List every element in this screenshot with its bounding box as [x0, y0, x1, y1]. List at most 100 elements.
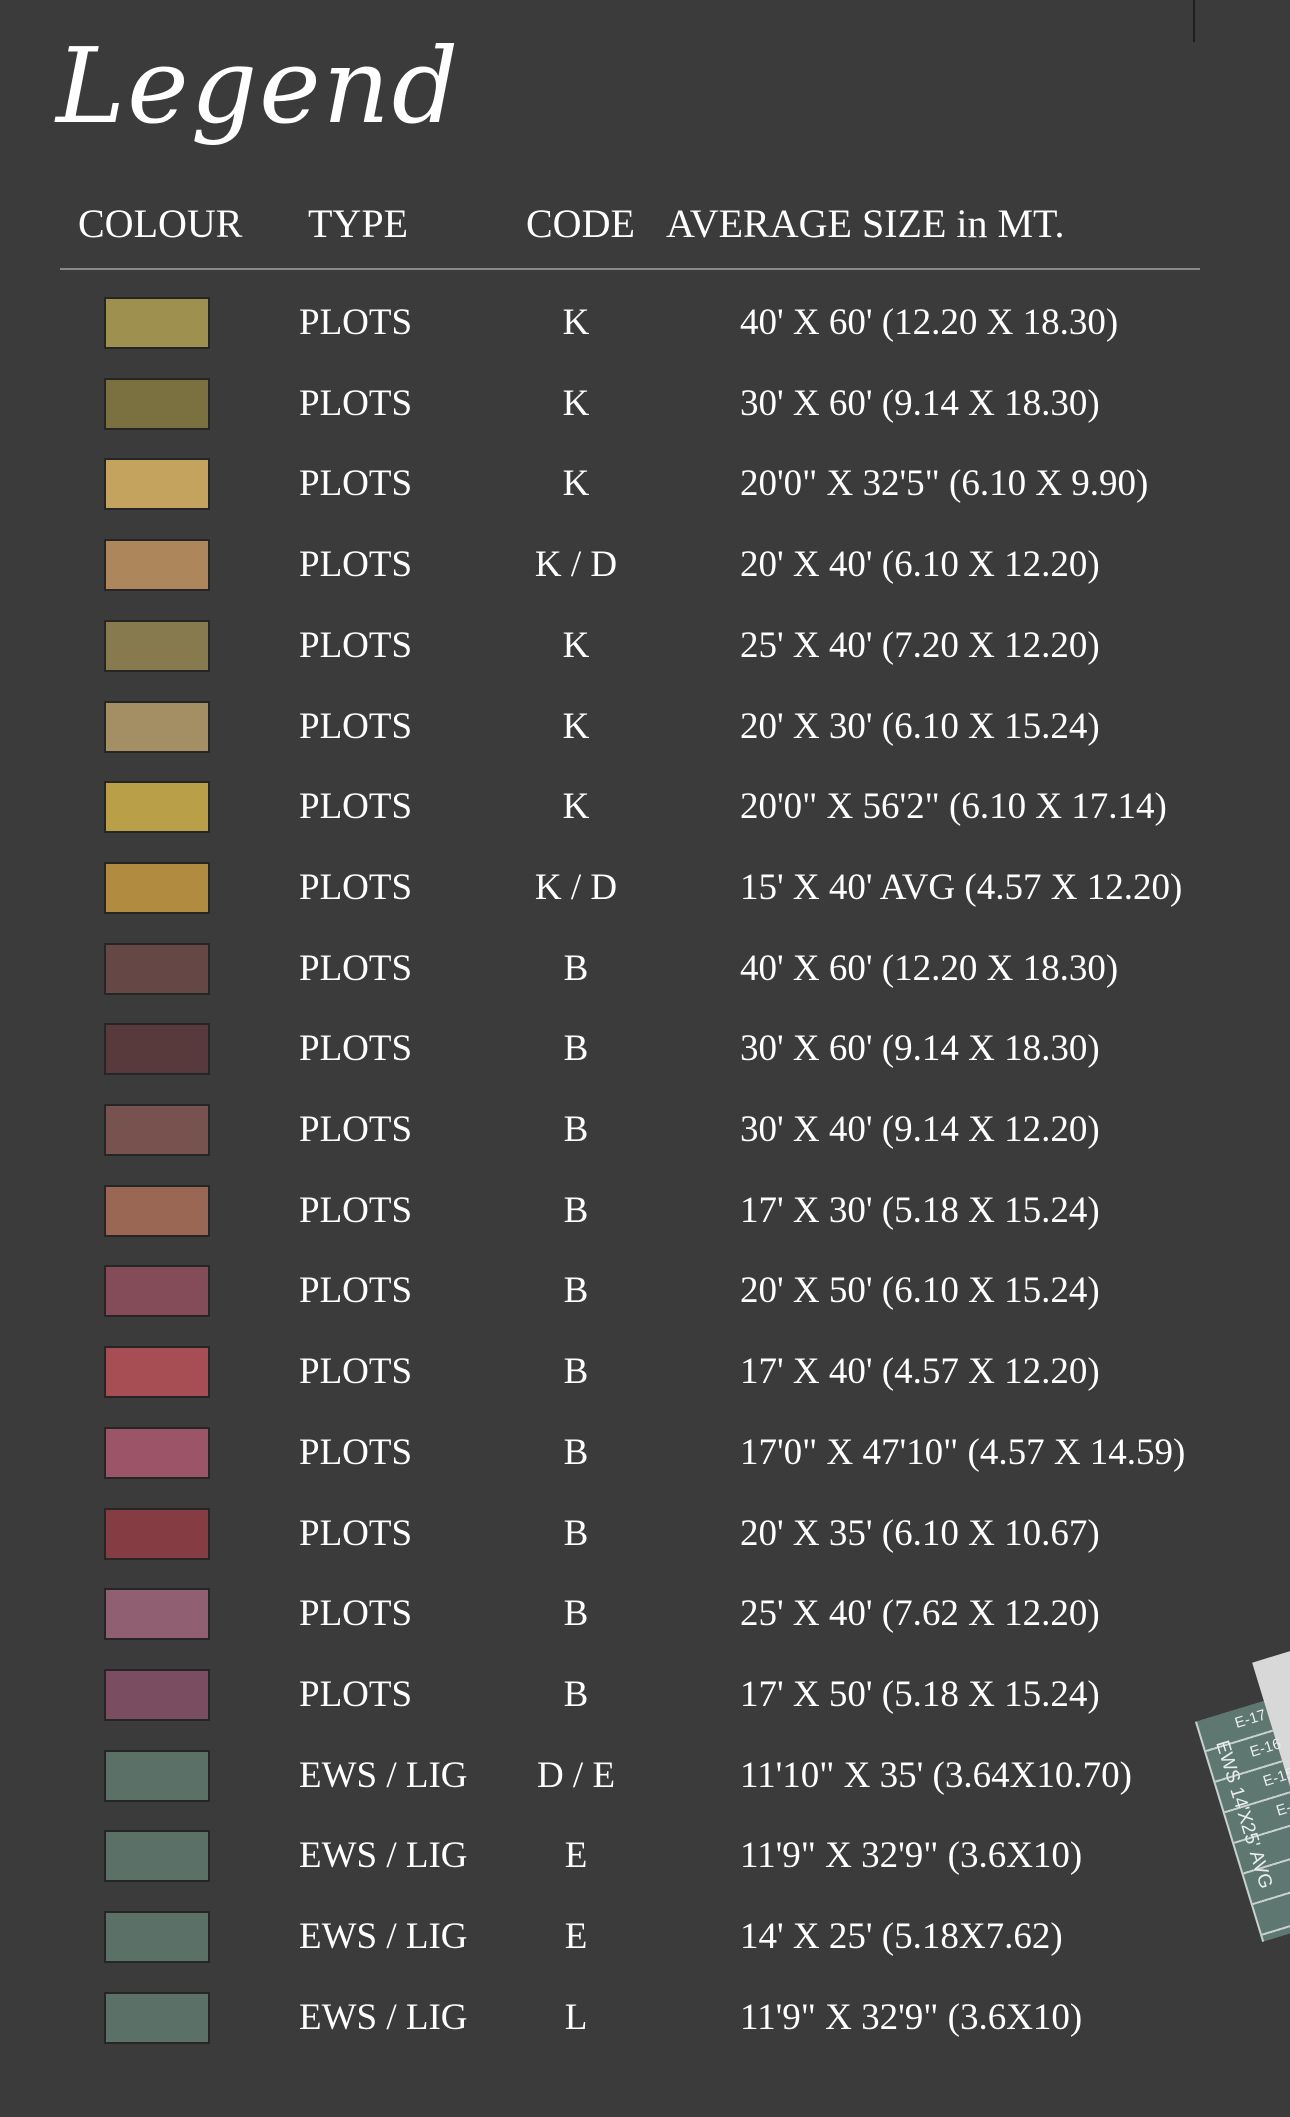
plot-type: PLOTS [299, 1432, 413, 1473]
plot-type: PLOTS [299, 1109, 413, 1150]
plot-code: E [564, 1835, 588, 1876]
colour-swatch [104, 1992, 210, 2044]
legend-row: PLOTS B 17' X 50' (5.18 X 15.24) [0, 1669, 1290, 1749]
colour-swatch [104, 539, 210, 591]
plot-size: 25' X 40' (7.20 X 12.20) [740, 625, 1100, 666]
plot-type: PLOTS [299, 1674, 413, 1715]
plot-code: B [563, 1028, 589, 1069]
legend-row: PLOTS B 20' X 35' (6.10 X 10.67) [0, 1508, 1290, 1588]
legend-row: PLOTS K / D 20' X 40' (6.10 X 12.20) [0, 539, 1290, 619]
plot-size: 20'0" X 32'5" (6.10 X 9.90) [740, 463, 1149, 504]
legend-row: PLOTS K / D 15' X 40' AVG (4.57 X 12.20) [0, 862, 1290, 942]
plot-size: 30' X 40' (9.14 X 12.20) [740, 1109, 1100, 1150]
plot-type: PLOTS [299, 383, 413, 424]
plot-size: 11'9" X 32'9" (3.6X10) [740, 1997, 1083, 2038]
legend-row: EWS / LIG E 14' X 25' (5.18X7.62) [0, 1911, 1290, 1991]
plot-type: PLOTS [299, 1593, 413, 1634]
legend-row: PLOTS B 17'0" X 47'10" (4.57 X 14.59) [0, 1427, 1290, 1507]
legend-row: PLOTS B 25' X 40' (7.62 X 12.20) [0, 1588, 1290, 1668]
plot-type: PLOTS [299, 1270, 413, 1311]
plot-code: B [563, 1351, 589, 1392]
plot-code: B [563, 1593, 589, 1634]
plot-type: PLOTS [299, 1028, 413, 1069]
plot-size: 17' X 50' (5.18 X 15.24) [740, 1674, 1100, 1715]
plot-size: 11'10" X 35' (3.64X10.70) [740, 1755, 1132, 1796]
plot-type: PLOTS [299, 786, 413, 827]
colour-swatch [104, 781, 210, 833]
plot-size: 40' X 60' (12.20 X 18.30) [740, 948, 1119, 989]
colour-swatch [104, 1508, 210, 1560]
plot-code: K [562, 302, 590, 343]
colour-swatch [104, 1911, 210, 1963]
plot-code: K [562, 625, 590, 666]
legend-row: EWS / LIG E 11'9" X 32'9" (3.6X10) [0, 1830, 1290, 1910]
plot-code: B [563, 1674, 589, 1715]
plot-type: PLOTS [299, 1190, 413, 1231]
legend-row: PLOTS B 20' X 50' (6.10 X 15.24) [0, 1265, 1290, 1345]
plot-code: D / E [536, 1755, 616, 1796]
plot-code: K [562, 706, 590, 747]
plot-type: PLOTS [299, 1513, 413, 1554]
legend-row: PLOTS K 20'0" X 32'5" (6.10 X 9.90) [0, 458, 1290, 538]
colour-swatch [104, 1830, 210, 1882]
colour-swatch [104, 1265, 210, 1317]
plot-size: 17'0" X 47'10" (4.57 X 14.59) [740, 1432, 1186, 1473]
plot-code: B [563, 1432, 589, 1473]
legend-row: EWS / LIG L 11'9" X 32'9" (3.6X10) [0, 1992, 1290, 2072]
colour-swatch [104, 943, 210, 995]
plot-size: 30' X 60' (9.14 X 18.30) [740, 383, 1100, 424]
colour-swatch [104, 1023, 210, 1075]
plot-code: E [564, 1916, 588, 1957]
plot-type: PLOTS [299, 302, 413, 343]
colour-swatch [104, 1750, 210, 1802]
colour-swatch [104, 701, 210, 753]
plot-type: PLOTS [299, 544, 413, 585]
plot-size: 20' X 30' (6.10 X 15.24) [740, 706, 1100, 747]
plot-code: B [563, 1190, 589, 1231]
colour-swatch [104, 1427, 210, 1479]
plot-code: B [563, 1270, 589, 1311]
plot-code: K [562, 786, 590, 827]
colour-swatch [104, 862, 210, 914]
plot-size: 20' X 50' (6.10 X 15.24) [740, 1270, 1100, 1311]
colour-swatch [104, 1185, 210, 1237]
colour-swatch [104, 620, 210, 672]
plot-size: 20' X 35' (6.10 X 10.67) [740, 1513, 1100, 1554]
plot-type: PLOTS [299, 625, 413, 666]
legend-row: PLOTS K 20' X 30' (6.10 X 15.24) [0, 701, 1290, 781]
colour-swatch [104, 297, 210, 349]
plot-size: 25' X 40' (7.62 X 12.20) [740, 1593, 1100, 1634]
legend-row: PLOTS K 40' X 60' (12.20 X 18.30) [0, 297, 1290, 377]
plot-code: B [563, 1513, 589, 1554]
plot-size: 20'0" X 56'2" (6.10 X 17.14) [740, 786, 1167, 827]
plot-type: EWS / LIG [299, 1997, 468, 2038]
colour-swatch [104, 1104, 210, 1156]
plot-type: EWS / LIG [299, 1835, 468, 1876]
legend-row: EWS / LIG D / E 11'10" X 35' (3.64X10.70) [0, 1750, 1290, 1830]
plot-size: 20' X 40' (6.10 X 12.20) [740, 544, 1100, 585]
legend-rows: PLOTS K 40' X 60' (12.20 X 18.30) PLOTS K 30'… [0, 0, 1290, 2117]
legend-row: PLOTS B 17' X 30' (5.18 X 15.24) [0, 1185, 1290, 1265]
plot-type: PLOTS [299, 948, 413, 989]
colour-swatch [104, 458, 210, 510]
plot-code: K / D [534, 544, 618, 585]
legend-row: PLOTS B 17' X 40' (4.57 X 12.20) [0, 1346, 1290, 1426]
plot-size: 11'9" X 32'9" (3.6X10) [740, 1835, 1083, 1876]
plot-size: 40' X 60' (12.20 X 18.30) [740, 302, 1119, 343]
plot-type: PLOTS [299, 1351, 413, 1392]
legend-row: PLOTS B 30' X 40' (9.14 X 12.20) [0, 1104, 1290, 1184]
plot-type: EWS / LIG [299, 1916, 468, 1957]
legend-row: PLOTS B 40' X 60' (12.20 X 18.30) [0, 943, 1290, 1023]
plot-code: B [563, 948, 589, 989]
plot-size: 14' X 25' (5.18X7.62) [740, 1916, 1063, 1957]
colour-swatch [104, 378, 210, 430]
plot-type: PLOTS [299, 706, 413, 747]
plot-size: 17' X 40' (4.57 X 12.20) [740, 1351, 1100, 1392]
legend-row: PLOTS B 30' X 60' (9.14 X 18.30) [0, 1023, 1290, 1103]
colour-swatch [104, 1588, 210, 1640]
plot-size: 30' X 60' (9.14 X 18.30) [740, 1028, 1100, 1069]
plot-type: EWS / LIG [299, 1755, 468, 1796]
plot-size: 17' X 30' (5.18 X 15.24) [740, 1190, 1100, 1231]
legend-row: PLOTS K 30' X 60' (9.14 X 18.30) [0, 378, 1290, 458]
plot-code: L [564, 1997, 588, 2038]
